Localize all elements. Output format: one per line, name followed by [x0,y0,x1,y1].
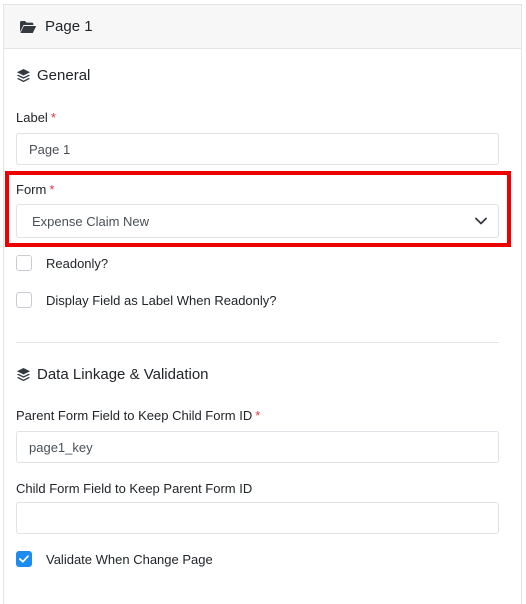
readonly-row: Readonly? [16,255,108,271]
panel-header: Page 1 [4,5,521,49]
parent-field-label: Parent Form Field to Keep Child Form ID * [16,408,261,423]
section-divider [16,342,499,343]
readonly-label: Readonly? [46,255,109,271]
validate-checkbox[interactable] [16,551,32,567]
validate-row: Validate When Change Page [16,551,213,567]
display-as-label-label: Display Field as Label When Readonly? [46,292,277,308]
general-section-title: General [16,67,90,84]
display-as-label-checkbox[interactable] [16,292,32,308]
layers-icon [16,367,31,382]
folder-open-icon [19,20,37,34]
label-input[interactable]: Page 1 [16,133,499,165]
required-marker: * [50,110,56,125]
linkage-section-title: Data Linkage & Validation [16,366,209,383]
child-field-label: Child Form Field to Keep Parent Form ID [16,481,253,496]
general-section-label: General [37,67,91,84]
readonly-checkbox[interactable] [16,255,32,271]
page-title: Page 1 [45,18,93,35]
child-field-input[interactable] [16,502,499,534]
label-field-label: Label * [16,110,56,125]
display-as-label-row: Display Field as Label When Readonly? [16,292,277,308]
linkage-section-label: Data Linkage & Validation [37,366,209,383]
required-marker: * [255,408,261,423]
validate-label: Validate When Change Page [46,551,213,567]
check-icon [19,555,29,563]
layers-icon [16,68,31,83]
form-highlight-box [5,171,511,247]
parent-field-input[interactable]: page1_key [16,431,499,463]
